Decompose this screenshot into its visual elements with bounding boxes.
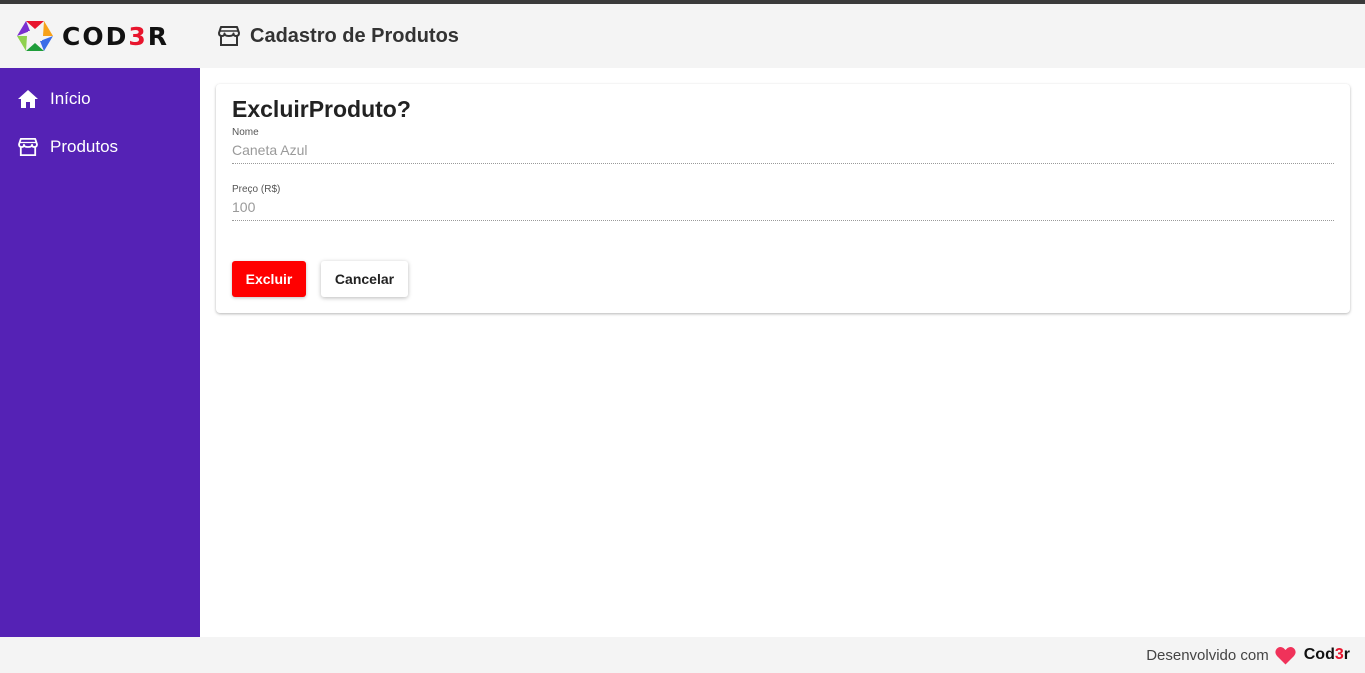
delete-button[interactable]: Excluir xyxy=(232,261,306,297)
name-field: Nome Caneta Azul xyxy=(232,127,1334,164)
sidebar: Início Produtos xyxy=(0,68,200,637)
home-icon xyxy=(18,90,38,108)
main-content: ExcluirProduto? Nome Caneta Azul Preço (… xyxy=(200,68,1365,637)
app-header: COD3R Cadastro de Produtos xyxy=(0,4,1365,68)
card-title: ExcluirProduto? xyxy=(232,96,411,122)
sidebar-item-inicio[interactable]: Início xyxy=(0,75,200,123)
heart-icon xyxy=(1275,646,1296,664)
price-input: 100 xyxy=(232,199,1334,221)
page-title: Cadastro de Produtos xyxy=(250,24,459,47)
cancel-button[interactable]: Cancelar xyxy=(321,261,408,297)
sidebar-item-produtos[interactable]: Produtos xyxy=(0,123,200,171)
price-field-label: Preço (R$) xyxy=(232,184,281,195)
page-header: Cadastro de Produtos xyxy=(218,20,459,52)
cod3r-logo[interactable]: COD3R xyxy=(16,18,186,54)
store-icon xyxy=(218,26,240,46)
store-icon xyxy=(18,138,38,156)
sidebar-item-label: Início xyxy=(50,89,91,108)
cod3r-logo-icon xyxy=(17,21,53,51)
name-field-label: Nome xyxy=(232,127,259,138)
sidebar-item-label: Produtos xyxy=(50,137,119,156)
price-field: Preço (R$) 100 xyxy=(232,184,1334,221)
footer: Desenvolvido com Cod3r xyxy=(0,637,1365,673)
footer-brand: Cod3r xyxy=(1303,646,1350,663)
logo-text: COD3R xyxy=(62,21,170,51)
delete-product-card: ExcluirProduto? Nome Caneta Azul Preço (… xyxy=(216,84,1350,313)
name-input: Caneta Azul xyxy=(232,142,1334,164)
footer-text: Desenvolvido com xyxy=(1146,646,1269,664)
